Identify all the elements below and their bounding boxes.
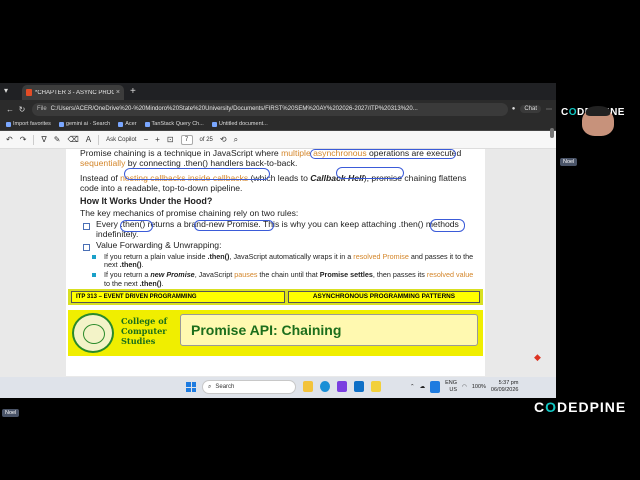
annotation-circle [124,168,270,180]
system-tray: ⌃ ☁ ENG US ◠ 100% 5:37 pm 06/09/2026 [410,380,518,393]
bookmark-gemini[interactable]: gemini ai · Search [58,121,111,127]
scrollbar-thumb[interactable] [550,128,554,138]
search-icon: ⌕ [208,383,212,390]
app-icon[interactable] [354,381,364,392]
annotation-circle [310,149,456,159]
back-icon[interactable]: ← [4,105,16,114]
bookmark-icon [6,121,11,127]
pdf-page: Promise chaining is a technique in JavaS… [66,149,485,376]
bookmark-icon [211,121,217,127]
bookmark-icon [118,121,124,127]
rotate-icon[interactable]: ⟲ [220,135,227,144]
user-tag: Noel [2,409,20,417]
highlight-icon[interactable]: ∇ [41,135,46,144]
windows-start-icon[interactable] [186,382,196,392]
college-name: College of Computer Studies [121,316,168,346]
app-icon[interactable] [337,381,347,392]
webcam-avatar [582,106,614,136]
ask-copilot-button[interactable]: Ask Copilot [106,137,136,143]
divider [98,134,100,145]
taskbar-search[interactable]: ⌕ Search [202,380,296,394]
wifi-icon[interactable]: ◠ [462,384,467,390]
bookmark-label: Acer [125,121,137,127]
fit-page-icon[interactable]: ⊡ [167,135,174,144]
user-tag: Noel [560,158,578,166]
bookmark-untitled[interactable]: Untitled document... [211,121,268,127]
annotation-circle [194,220,274,231]
language[interactable]: ENG US [445,380,457,393]
app-icon[interactable] [371,381,381,392]
chat-label: Chat [524,106,537,112]
url-text: C:/Users/ACER/OneDrive%20-%20Mindoro%20S… [50,106,418,112]
slide-footer: ITP 313 – EVENT DRIVEN PROGRAMMING ASYNC… [68,289,483,305]
bookmark-label: Untitled document... [218,121,268,127]
slide-title: Promise API: Chaining [191,322,342,338]
page-total: of 25 [199,136,213,143]
college-seal-logo [72,313,114,353]
sub-rule-1: If you return a plain value inside .then… [80,252,475,270]
topic-label: ASYNCHRONOUS PROGRAMMING PATTERNS [288,291,480,303]
bookmark-tanstack[interactable]: TanStack Query Ch... [144,121,204,127]
brand-watermark: CODEDPINE [534,399,627,415]
clock[interactable]: 5:37 pm 06/09/2026 [491,380,519,393]
file-explorer-icon[interactable] [303,381,313,392]
tab-title: *CHAPTER 3 - ASYNC PROGRAMMI [35,89,114,96]
file-label: File [37,106,47,112]
search-placeholder: Search [215,384,235,390]
course-label: ITP 313 – EVENT DRIVEN PROGRAMMING [71,291,285,303]
search-icon[interactable]: ⌕ [234,135,238,145]
address-actions: ● Chat ⋯ [512,105,552,113]
section-heading: How It Works Under the Hood? [80,196,213,206]
annotation-circle [336,167,404,179]
screen: ▾ *CHAPTER 3 - ASYNC PROGRAMMI × + ← ↻ F… [0,0,640,480]
edge-icon[interactable] [320,381,330,392]
browser-window: ▾ *CHAPTER 3 - ASYNC PROGRAMMI × + ← ↻ F… [0,83,556,398]
divider [33,134,35,145]
draw-icon[interactable]: ✎ [54,135,61,144]
bookmark-icon [58,121,64,127]
tab-chapter3[interactable]: *CHAPTER 3 - ASYNC PROGRAMMI × [22,85,124,100]
bookmark-acer[interactable]: Acer [118,121,137,127]
close-tab-icon[interactable]: × [116,89,120,96]
sub-rule-2: If you return a new Promise, JavaScript … [80,271,475,288]
bookmark-label: gemini ai · Search [65,121,111,127]
bookmark-label: Import favorites [13,121,51,127]
zoom-in-button[interactable]: + [155,135,160,144]
taskbar-apps [303,381,381,392]
pdf-icon [26,89,32,96]
onedrive-icon[interactable]: ☁ [420,384,426,390]
text-icon[interactable]: A [86,135,91,144]
bookmark-label: TanStack Query Ch... [151,121,204,127]
url-field[interactable]: File C:/Users/ACER/OneDrive%20-%20Mindor… [32,102,508,116]
rule-2: Value Forwarding & Unwrapping: [80,240,475,251]
copilot-chat-button[interactable]: Chat [520,105,541,113]
annotation-circle [430,219,465,232]
next-slide-header: College of Computer Studies Promise API:… [68,310,483,356]
taskbar: ⌕ Search ⌃ ☁ ENG US ◠ 100% 5:37 pm 06/09/2… [0,377,556,398]
undo-icon[interactable]: ↶ [6,135,13,144]
annotation-circle [120,220,153,232]
tab-actions-icon[interactable]: ▾ [4,86,8,95]
page-number-input[interactable]: 7 [180,134,193,145]
bookmark-import[interactable]: Import favorites [6,121,51,127]
battery-level[interactable]: 100% [472,384,486,390]
bookmarks-bar: Import favorites gemini ai · Search Acer… [0,118,556,131]
address-bar: ← ↻ File C:/Users/ACER/OneDrive%20-%20Mi… [0,100,556,118]
intro-text: The key mechanics of promise chaining re… [80,207,299,218]
redo-icon[interactable]: ↷ [20,135,27,144]
zoom-out-button[interactable]: − [143,135,148,144]
slide-title-box: Promise API: Chaining [180,314,478,346]
erase-icon[interactable]: ⌫ [67,135,78,144]
bookmark-icon [144,121,150,127]
mic-icon[interactable] [430,380,441,393]
chevron-up-icon[interactable]: ⌃ [410,384,415,390]
new-tab-button[interactable]: + [130,86,136,97]
profile-icon[interactable]: ● [512,106,516,112]
pdf-toolbar: ↶ ↷ ∇ ✎ ⌫ A Ask Copilot − + ⊡ 7 of 25 ⟲ … [0,131,556,149]
acrobat-icon[interactable]: ◆ [534,352,541,363]
more-icon[interactable]: ⋯ [546,106,552,113]
tab-bar: ▾ *CHAPTER 3 - ASYNC PROGRAMMI × + [0,83,556,100]
refresh-icon[interactable]: ↻ [16,105,28,114]
pdf-viewer[interactable]: Promise chaining is a technique in JavaS… [0,149,556,379]
